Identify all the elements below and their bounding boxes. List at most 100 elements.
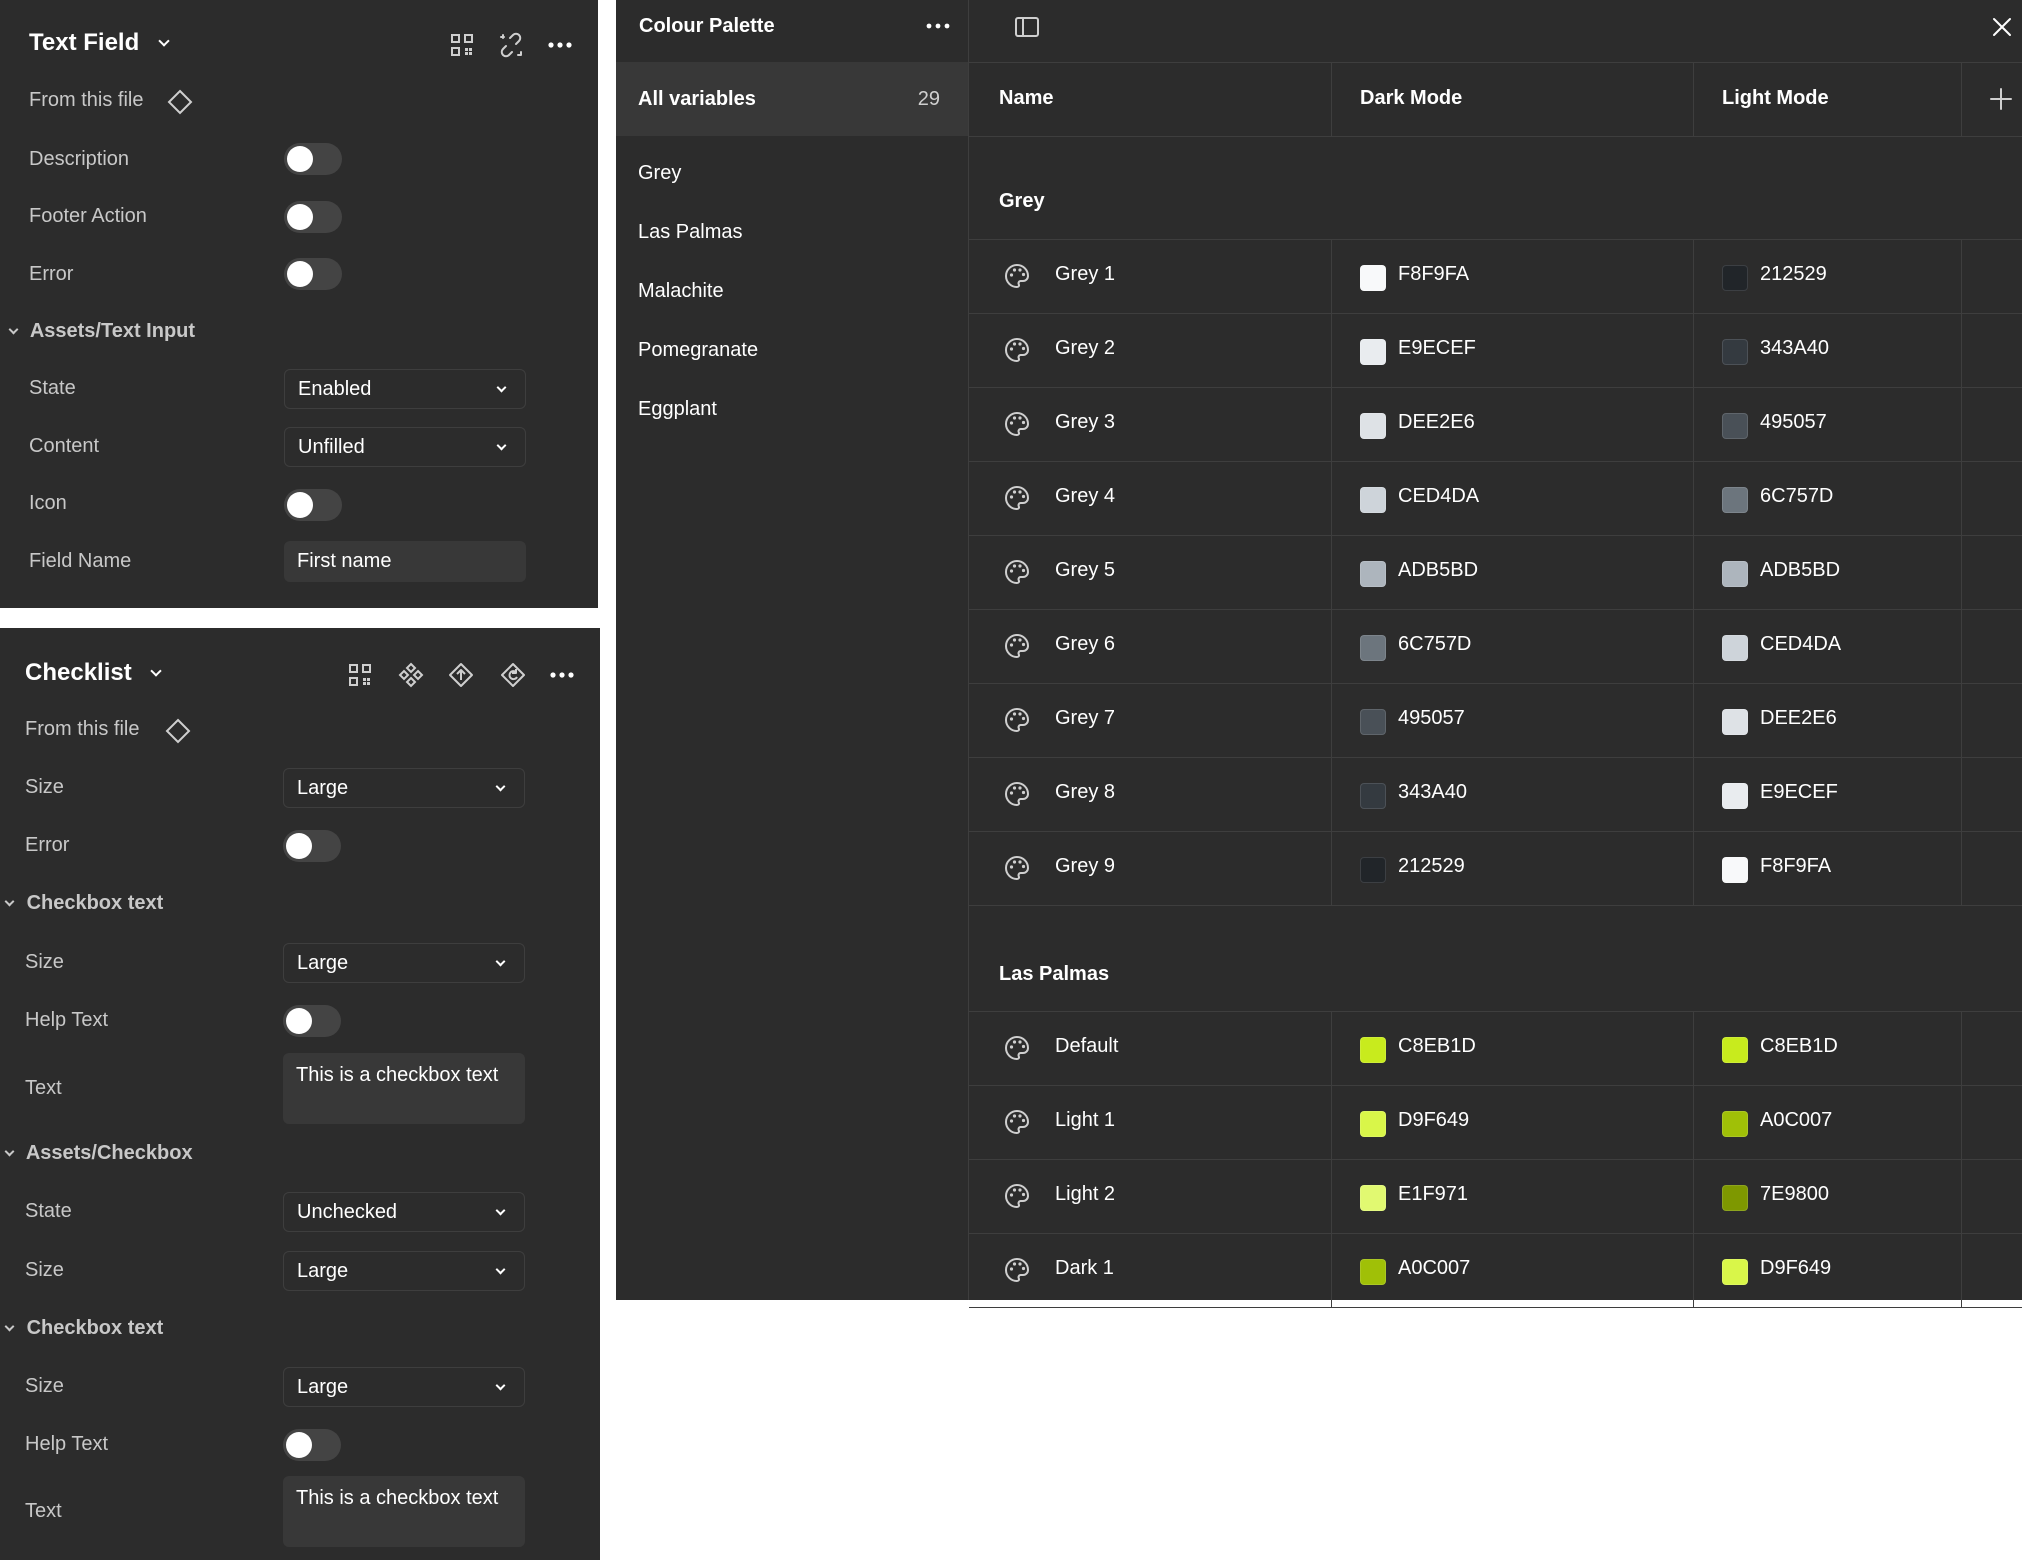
variable-row[interactable]: Dark 1 A0C007 D9F649 [969,1234,2022,1308]
dark-mode-value[interactable]: A0C007 [1398,1257,1470,1280]
light-mode-value[interactable]: 212529 [1760,263,1827,286]
variable-row[interactable]: Grey 7 495057 DEE2E6 [969,684,2022,758]
light-mode-swatch[interactable] [1722,783,1748,809]
variable-row[interactable]: Grey 2 E9ECEF 343A40 [969,314,2022,388]
dark-mode-value[interactable]: 495057 [1398,707,1465,730]
light-mode-swatch[interactable] [1722,635,1748,661]
checkbox-text-size-select[interactable]: Large [283,943,525,983]
dark-mode-swatch[interactable] [1360,339,1386,365]
column-header-light-mode[interactable]: Light Mode [1722,87,1829,110]
column-header-name[interactable]: Name [999,87,1053,110]
light-mode-swatch[interactable] [1722,487,1748,513]
light-mode-value[interactable]: 7E9800 [1760,1183,1829,1206]
footer-action-toggle[interactable] [284,201,342,233]
all-variables-item[interactable]: All variables 29 [616,62,968,136]
light-mode-value[interactable]: ADB5BD [1760,559,1840,582]
variable-row[interactable]: Grey 3 DEE2E6 495057 [969,388,2022,462]
more-options-icon[interactable] [546,31,574,59]
light-mode-value[interactable]: A0C007 [1760,1109,1832,1132]
section-checkbox-text-2[interactable]: Checkbox text [4,1317,163,1340]
detach-instance-icon[interactable] [497,31,525,59]
dark-mode-value[interactable]: C8EB1D [1398,1035,1476,1058]
dark-mode-swatch[interactable] [1360,1185,1386,1211]
light-mode-swatch[interactable] [1722,561,1748,587]
field-name-input[interactable]: First name [284,541,526,582]
light-mode-value[interactable]: F8F9FA [1760,855,1831,878]
dark-mode-value[interactable]: E9ECEF [1398,337,1476,360]
dark-mode-swatch[interactable] [1360,265,1386,291]
dark-mode-swatch[interactable] [1360,635,1386,661]
light-mode-swatch[interactable] [1722,1111,1748,1137]
section-assets-checkbox[interactable]: Assets/Checkbox [4,1142,193,1165]
light-mode-value[interactable]: DEE2E6 [1760,707,1837,730]
group-item-las-palmas[interactable]: Las Palmas [638,221,743,244]
more-options-icon[interactable] [548,661,576,689]
checkbox-size-select[interactable]: Large [283,1251,525,1291]
light-mode-value[interactable]: 6C757D [1760,485,1833,508]
dark-mode-swatch[interactable] [1360,1111,1386,1137]
light-mode-swatch[interactable] [1722,1259,1748,1285]
panel-title[interactable]: Checklist [25,659,163,687]
close-icon[interactable] [1988,13,2016,41]
more-options-icon[interactable] [924,12,952,40]
light-mode-swatch[interactable] [1722,709,1748,735]
dark-mode-swatch[interactable] [1360,413,1386,439]
variable-row[interactable]: Grey 5 ADB5BD ADB5BD [969,536,2022,610]
dark-mode-swatch[interactable] [1360,857,1386,883]
size-select[interactable]: Large [283,768,525,808]
variable-row[interactable]: Grey 4 CED4DA 6C757D [969,462,2022,536]
dark-mode-swatch[interactable] [1360,1037,1386,1063]
group-item-grey[interactable]: Grey [638,162,681,185]
dark-mode-swatch[interactable] [1360,783,1386,809]
component-set-icon[interactable] [397,661,425,689]
reset-instance-icon[interactable] [499,661,527,689]
checkbox-text-input[interactable]: This is a checkbox text [283,1053,525,1124]
dark-mode-swatch[interactable] [1360,709,1386,735]
dark-mode-value[interactable]: ADB5BD [1398,559,1478,582]
content-select[interactable]: Unfilled [284,427,526,467]
light-mode-swatch[interactable] [1722,1037,1748,1063]
section-assets-text-input[interactable]: Assets/Text Input [8,320,195,343]
checkbox-text-2-input[interactable]: This is a checkbox text [283,1476,525,1547]
instance-grid-icon[interactable] [448,31,476,59]
state-select[interactable]: Enabled [284,369,526,409]
dark-mode-swatch[interactable] [1360,561,1386,587]
checkbox-state-select[interactable]: Unchecked [283,1192,525,1232]
variable-row[interactable]: Grey 1 F8F9FA 212529 [969,240,2022,314]
dark-mode-value[interactable]: 212529 [1398,855,1465,878]
light-mode-swatch[interactable] [1722,339,1748,365]
light-mode-swatch[interactable] [1722,1185,1748,1211]
dark-mode-swatch[interactable] [1360,1259,1386,1285]
variable-row[interactable]: Default C8EB1D C8EB1D [969,1012,2022,1086]
instance-grid-icon[interactable] [346,661,374,689]
dark-mode-value[interactable]: D9F649 [1398,1109,1469,1132]
dark-mode-value[interactable]: F8F9FA [1398,263,1469,286]
from-this-file[interactable]: From this file [25,718,191,744]
variable-row[interactable]: Light 1 D9F649 A0C007 [969,1086,2022,1160]
light-mode-value[interactable]: CED4DA [1760,633,1841,656]
group-item-pomegranate[interactable]: Pomegranate [638,339,758,362]
group-item-malachite[interactable]: Malachite [638,280,724,303]
variable-row[interactable]: Grey 8 343A40 E9ECEF [969,758,2022,832]
group-item-eggplant[interactable]: Eggplant [638,398,717,421]
variable-row[interactable]: Grey 9 212529 F8F9FA [969,832,2022,906]
collection-title[interactable]: Colour Palette [639,15,775,38]
help-text-toggle-2[interactable] [283,1429,341,1461]
help-text-toggle[interactable] [283,1005,341,1037]
go-to-main-component-icon[interactable] [447,661,475,689]
light-mode-value[interactable]: 495057 [1760,411,1827,434]
error-toggle[interactable] [283,830,341,862]
icon-toggle[interactable] [284,489,342,521]
variable-row[interactable]: Light 2 E1F971 7E9800 [969,1160,2022,1234]
light-mode-swatch[interactable] [1722,857,1748,883]
light-mode-value[interactable]: D9F649 [1760,1257,1831,1280]
from-this-file[interactable]: From this file [29,89,193,115]
column-header-dark-mode[interactable]: Dark Mode [1360,87,1462,110]
light-mode-value[interactable]: C8EB1D [1760,1035,1838,1058]
dark-mode-value[interactable]: E1F971 [1398,1183,1468,1206]
section-checkbox-text[interactable]: Checkbox text [4,892,163,915]
dark-mode-value[interactable]: CED4DA [1398,485,1479,508]
dark-mode-value[interactable]: 343A40 [1398,781,1467,804]
add-mode-icon[interactable] [1987,85,2015,113]
error-toggle[interactable] [284,258,342,290]
